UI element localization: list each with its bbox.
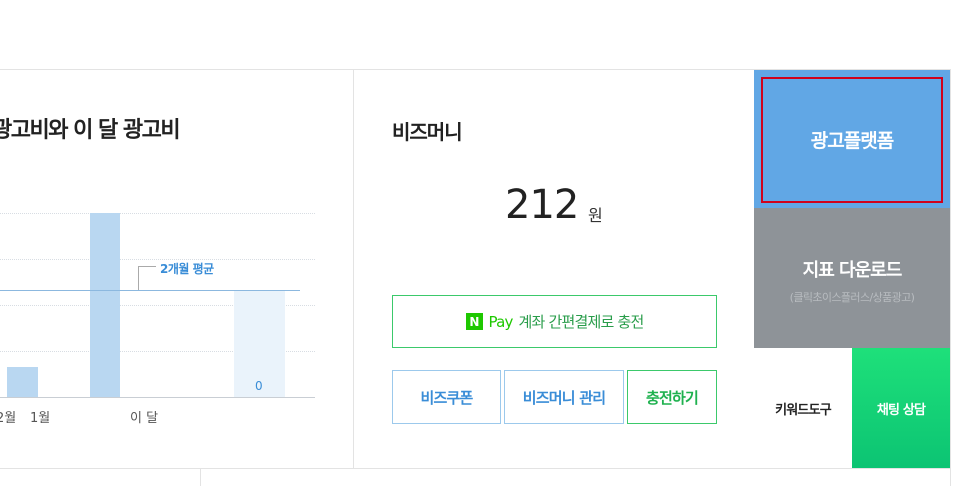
npay-pay-text: Pay	[488, 312, 514, 331]
bizcoupon-button[interactable]: 비즈쿠폰	[392, 370, 501, 424]
bizmoney-manage-button[interactable]: 비즈머니 관리	[504, 370, 624, 424]
chat-consult-button[interactable]: 채팅 상담	[852, 348, 950, 468]
x-tick-label: 1월	[30, 411, 51, 426]
grid-line	[0, 259, 315, 260]
bizcoupon-label: 비즈쿠폰	[420, 388, 473, 407]
highlight-outline	[761, 77, 943, 203]
report-download-subtitle: (클릭초이스플러스/상품광고)	[789, 291, 915, 304]
report-download-title: 지표 다운로드	[802, 260, 903, 281]
right-edge	[950, 69, 951, 486]
average-label: 2개월 평균	[160, 262, 214, 276]
grid-line	[0, 213, 315, 214]
report-download-button[interactable]: 지표 다운로드 (클릭초이스플러스/상품광고)	[754, 208, 950, 348]
lower-divider	[200, 468, 201, 486]
x-tick-label: 이 달	[130, 411, 159, 426]
x-tick-label: 2월	[0, 411, 17, 426]
npay-logo-icon: N	[465, 313, 483, 330]
keyword-tool-button[interactable]: 키워드도구	[754, 348, 852, 468]
charge-label: 충전하기	[645, 388, 699, 407]
npay-charge-button[interactable]: N Pay 계좌 간편결제로 충전	[392, 295, 717, 348]
bar-jan[interactable]	[7, 367, 38, 397]
bizmoney-unit: 원	[588, 206, 603, 225]
charge-button[interactable]: 충전하기	[627, 370, 717, 424]
bizmoney-title: 비즈머니	[392, 120, 463, 144]
average-line	[0, 290, 300, 291]
average-leader-line	[138, 266, 156, 290]
card-divider	[353, 69, 354, 469]
bar-middle[interactable]	[90, 213, 120, 397]
bottom-border	[0, 468, 950, 469]
chart-title: 광고비와 이 달 광고비	[0, 118, 181, 143]
bizmoney-amount: 212	[505, 182, 579, 228]
bizmoney-manage-label: 비즈머니 관리	[522, 388, 606, 407]
x-axis	[0, 397, 315, 398]
npay-charge-label: 계좌 간편결제로 충전	[518, 313, 645, 331]
keyword-tool-label: 키워드도구	[775, 402, 832, 418]
chat-consult-label: 채팅 상담	[876, 402, 926, 418]
this-month-value-label: 0	[255, 379, 263, 393]
